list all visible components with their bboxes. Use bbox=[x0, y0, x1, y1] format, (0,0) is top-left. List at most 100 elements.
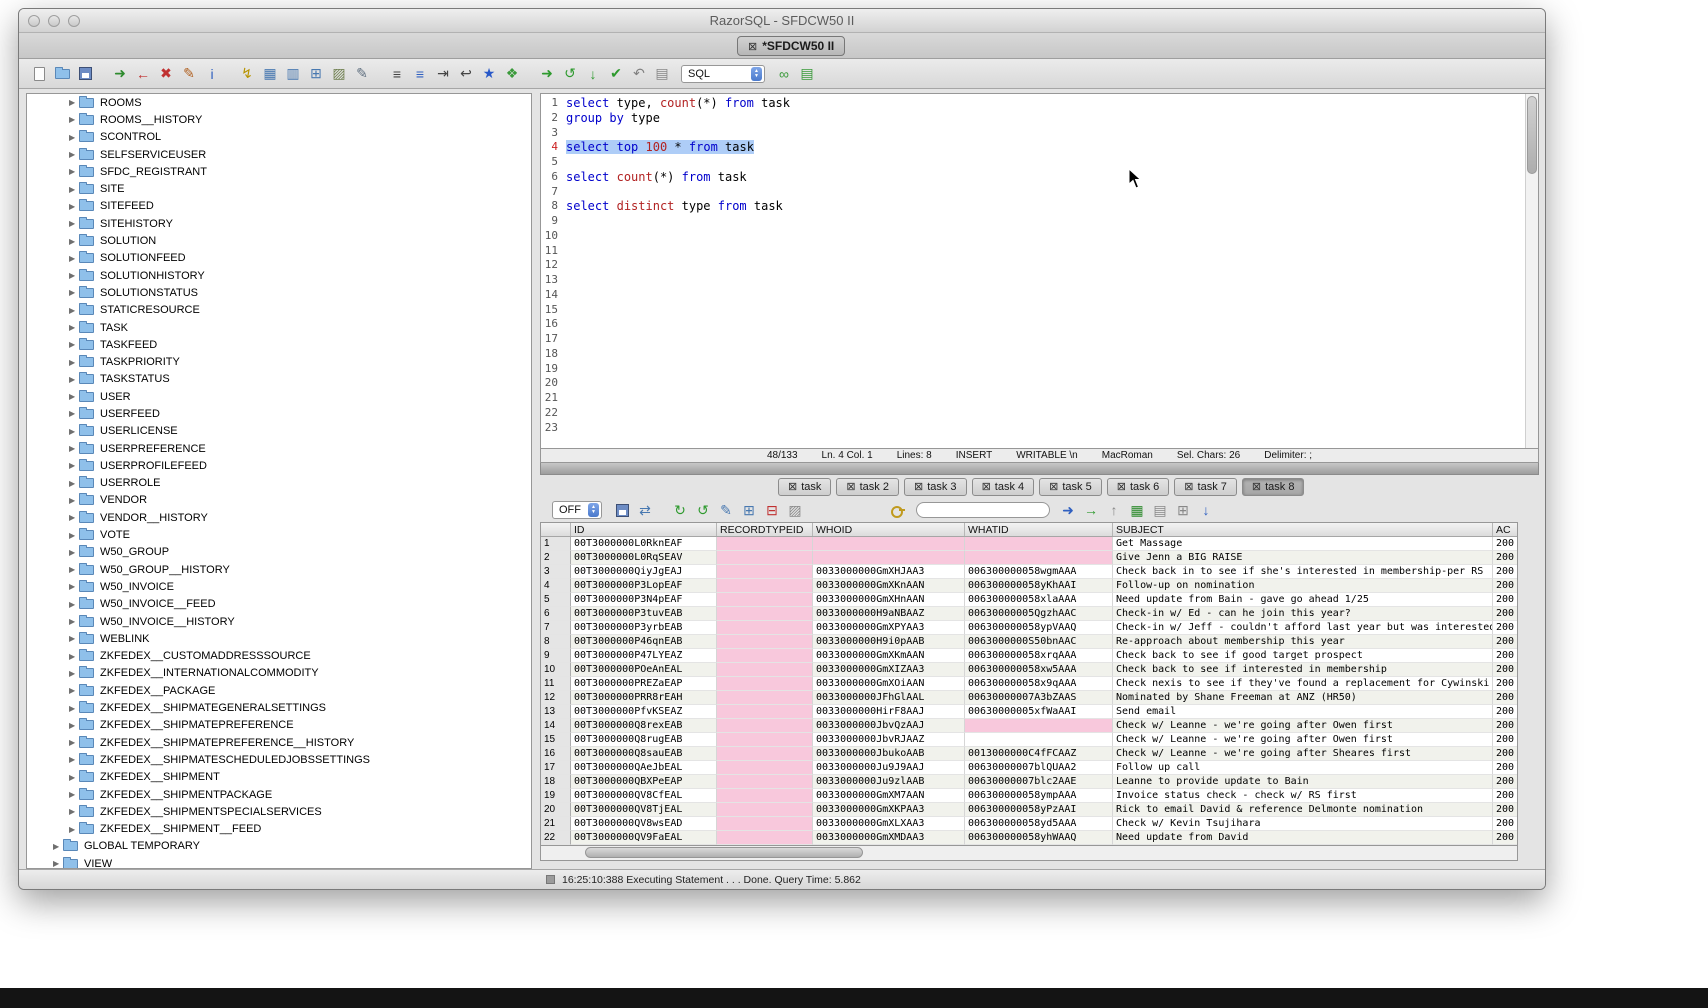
describe-table-icon[interactable]: i bbox=[202, 64, 222, 84]
rollback-icon[interactable]: ↶ bbox=[629, 64, 649, 84]
grid-cell-recordtypeid[interactable] bbox=[717, 733, 813, 747]
grid-cell-id[interactable]: 00T3000000QV9FaEAL bbox=[571, 831, 717, 845]
grid-scrollbar-thumb[interactable] bbox=[585, 847, 863, 858]
grid-cell-whoid[interactable]: 0033000000H9aNBAAZ bbox=[813, 607, 965, 621]
grid-cell-recordtypeid[interactable] bbox=[717, 607, 813, 621]
grid-cell-id[interactable]: 00T3000000POeAnEAL bbox=[571, 663, 717, 677]
disclosure-triangle-icon[interactable]: ▶ bbox=[69, 479, 79, 488]
editor-vertical-scrollbar[interactable] bbox=[1525, 94, 1538, 448]
grid-cell-recordtypeid[interactable] bbox=[717, 817, 813, 831]
table-row[interactable]: 1600T3000000Q8sauEAB0033000000JbukoAAB00… bbox=[541, 747, 1517, 761]
grid-cell-id[interactable]: 00T3000000QV8TjEAL bbox=[571, 803, 717, 817]
table-row[interactable]: 900T3000000P47LYEAZ0033000000GmXKmAAN006… bbox=[541, 649, 1517, 663]
grid-cell-ac[interactable]: 200 bbox=[1493, 775, 1518, 789]
tree-item[interactable]: ▶ROOMS__HISTORY bbox=[27, 111, 531, 128]
text-export-icon[interactable]: ▤ bbox=[1150, 500, 1170, 520]
grid-cell-whatid[interactable]: 00630000007blQUAA2 bbox=[965, 761, 1113, 775]
favorites-icon[interactable]: ★ bbox=[479, 64, 499, 84]
grid-cell-subject[interactable]: Invoice status check - check w/ RS first bbox=[1113, 789, 1493, 803]
grid-cell-recordtypeid[interactable] bbox=[717, 719, 813, 733]
close-tab-icon[interactable]: ⊠ bbox=[1049, 480, 1058, 493]
disclosure-triangle-icon[interactable]: ▶ bbox=[69, 807, 79, 816]
close-tab-icon[interactable]: ⊠ bbox=[1184, 480, 1193, 493]
grid-cell-whatid[interactable]: 006300000058ypVAAQ bbox=[965, 621, 1113, 635]
grid-cell-id[interactable]: 00T3000000P46qnEAB bbox=[571, 635, 717, 649]
statement-type-select[interactable]: SQL ▲▼ bbox=[681, 65, 765, 83]
grid-cell-whoid[interactable]: 0033000000JbukoAAB bbox=[813, 747, 965, 761]
row-number-cell[interactable]: 11 bbox=[541, 677, 571, 691]
grid-cell-subject[interactable]: Check back to see if good target prospec… bbox=[1113, 649, 1493, 663]
tree-item[interactable]: ▶ZKFEDEX__SHIPMATEPREFERENCE bbox=[27, 717, 531, 734]
disclosure-triangle-icon[interactable]: ▶ bbox=[69, 600, 79, 609]
grid-cell-whoid[interactable]: 0033000000GmXMDAA3 bbox=[813, 831, 965, 845]
disclosure-triangle-icon[interactable]: ▶ bbox=[69, 531, 79, 540]
tree-item[interactable]: ▶VENDOR__HISTORY bbox=[27, 509, 531, 526]
grid-cell-id[interactable]: 00T3000000PRR8rEAH bbox=[571, 691, 717, 705]
grid-cell-recordtypeid[interactable] bbox=[717, 677, 813, 691]
row-number-cell[interactable]: 19 bbox=[541, 789, 571, 803]
reload-icon[interactable]: ↺ bbox=[560, 64, 580, 84]
fetch-more-icon[interactable]: ↓ bbox=[1196, 500, 1216, 520]
table-row[interactable]: 2200T3000000QV9FaEAL0033000000GmXMDAA300… bbox=[541, 831, 1517, 845]
row-number-cell[interactable]: 3 bbox=[541, 565, 571, 579]
grid-cell-recordtypeid[interactable] bbox=[717, 565, 813, 579]
table-row[interactable]: 1500T3000000Q8rugEAB0033000000JbvRJAAZCh… bbox=[541, 733, 1517, 747]
disclosure-triangle-icon[interactable]: ▶ bbox=[69, 790, 79, 799]
column-header-num[interactable] bbox=[541, 523, 571, 536]
tree-item[interactable]: ▶SITE bbox=[27, 180, 531, 197]
disclosure-triangle-icon[interactable]: ▶ bbox=[69, 565, 79, 574]
table-row[interactable]: 1300T3000000PfvKSEAZ0033000000HirF8AAJ00… bbox=[541, 705, 1517, 719]
tree-item[interactable]: ▶SOLUTION bbox=[27, 232, 531, 249]
disclosure-triangle-icon[interactable]: ▶ bbox=[69, 185, 79, 194]
table-row[interactable]: 500T3000000P3N4pEAF0033000000GmXHnAAN006… bbox=[541, 593, 1517, 607]
grid-cell-whatid[interactable]: 00630000007blc2AAE bbox=[965, 775, 1113, 789]
tree-item[interactable]: ▶W50_INVOICE__HISTORY bbox=[27, 613, 531, 630]
refresh-results-icon[interactable]: ↻ bbox=[670, 500, 690, 520]
history-icon[interactable]: ▤ bbox=[652, 64, 672, 84]
table-row[interactable]: 300T3000000QiyJgEAJ0033000000GmXHJAA3006… bbox=[541, 565, 1517, 579]
table-row[interactable]: 1000T3000000POeAnEAL0033000000GmXIZAA300… bbox=[541, 663, 1517, 677]
grid-cell-subject[interactable]: Need update from David bbox=[1113, 831, 1493, 845]
copy-table-icon[interactable]: ⊞ bbox=[306, 64, 326, 84]
grid-cell-whatid[interactable]: 0013000000C4fFCAAZ bbox=[965, 747, 1113, 761]
grid-cell-id[interactable]: 00T3000000Q8rugEAB bbox=[571, 733, 717, 747]
grid-cell-ac[interactable]: 200 bbox=[1493, 705, 1518, 719]
table-row[interactable]: 1400T3000000Q8rexEAB0033000000JbvQzAAJCh… bbox=[541, 719, 1517, 733]
tree-item[interactable]: ▶ZKFEDEX__SHIPMENTSPECIALSERVICES bbox=[27, 803, 531, 820]
disclosure-triangle-icon[interactable]: ▶ bbox=[53, 842, 63, 851]
disclosure-triangle-icon[interactable]: ▶ bbox=[69, 773, 79, 782]
grid-cell-ac[interactable]: 200 bbox=[1493, 817, 1518, 831]
grid-cell-recordtypeid[interactable] bbox=[717, 649, 813, 663]
grid-cell-whatid[interactable]: 006300000058xw5AAA bbox=[965, 663, 1113, 677]
tree-item[interactable]: ▶SOLUTIONSTATUS bbox=[27, 284, 531, 301]
tree-item[interactable]: ▶W50_INVOICE bbox=[27, 578, 531, 595]
disclosure-triangle-icon[interactable]: ▶ bbox=[53, 859, 63, 868]
grid-cell-subject[interactable]: Check w/ Leanne - we're going after Owen… bbox=[1113, 733, 1493, 747]
grid-cell-ac[interactable]: 200 bbox=[1493, 691, 1518, 705]
row-number-cell[interactable]: 17 bbox=[541, 761, 571, 775]
grid-cell-ac[interactable]: 200 bbox=[1493, 551, 1518, 565]
column-header-whoid[interactable]: WHOID bbox=[813, 523, 965, 536]
row-number-cell[interactable]: 16 bbox=[541, 747, 571, 761]
tree-item[interactable]: ▶ZKFEDEX__CUSTOMADDRESSSOURCE bbox=[27, 648, 531, 665]
grid-cell-ac[interactable]: 200 bbox=[1493, 663, 1518, 677]
tree-item[interactable]: ▶TASKSTATUS bbox=[27, 371, 531, 388]
sql-code-area[interactable]: select type, count(*) from taskgroup by … bbox=[562, 94, 1538, 448]
clipboard-icon[interactable]: ▨ bbox=[329, 64, 349, 84]
grid-cell-ac[interactable]: 200 bbox=[1493, 565, 1518, 579]
export-grid-icon[interactable]: ↑ bbox=[1104, 500, 1124, 520]
copy-all-icon[interactable]: ⊞ bbox=[1173, 500, 1193, 520]
disclosure-triangle-icon[interactable]: ▶ bbox=[69, 704, 79, 713]
copy-row-icon[interactable]: ▨ bbox=[785, 500, 805, 520]
disclosure-triangle-icon[interactable]: ▶ bbox=[69, 427, 79, 436]
grid-cell-ac[interactable]: 200 bbox=[1493, 579, 1518, 593]
grid-cell-whoid[interactable] bbox=[813, 537, 965, 551]
grid-cell-id[interactable]: 00T3000000QAeJbEAL bbox=[571, 761, 717, 775]
grid-cell-id[interactable]: 00T3000000P3LopEAF bbox=[571, 579, 717, 593]
grid-cell-id[interactable]: 00T3000000PREZaEAP bbox=[571, 677, 717, 691]
disclosure-triangle-icon[interactable]: ▶ bbox=[69, 202, 79, 211]
row-number-cell[interactable]: 6 bbox=[541, 607, 571, 621]
result-tab[interactable]: ⊠task 7 bbox=[1174, 478, 1237, 496]
grid-cell-whatid[interactable]: 006300000058yhWAAQ bbox=[965, 831, 1113, 845]
grid-cell-whatid[interactable]: 006300000058yd5AAA bbox=[965, 817, 1113, 831]
